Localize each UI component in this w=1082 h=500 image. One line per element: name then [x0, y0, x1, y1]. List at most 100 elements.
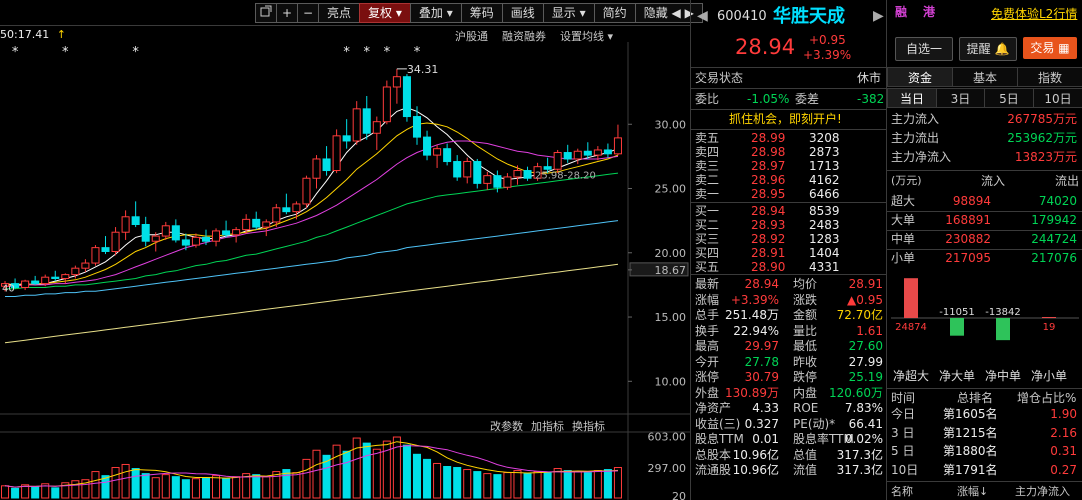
candle-body[interactable] [483, 175, 492, 184]
candle-body[interactable] [423, 136, 432, 156]
candle-body[interactable] [252, 218, 261, 228]
candle-body[interactable] [362, 108, 371, 134]
candle-body[interactable] [141, 224, 150, 242]
candle-body[interactable] [543, 166, 552, 170]
tab-basic[interactable]: 基本 [952, 67, 1018, 87]
ask-price[interactable]: 28.96 [751, 173, 785, 187]
candle-body[interactable] [161, 225, 170, 237]
tab-10d[interactable]: 10日 [1033, 88, 1082, 108]
footer-inflow-header[interactable]: 主力净流入 [1015, 484, 1070, 500]
ask-price[interactable]: 28.95 [751, 187, 785, 201]
candle-body[interactable] [41, 276, 50, 285]
candle-body[interactable] [402, 76, 411, 118]
candle-body[interactable] [503, 176, 512, 188]
candle-body[interactable] [342, 135, 351, 142]
star-icon[interactable]: * [12, 45, 19, 60]
bid-price[interactable]: 28.90 [751, 260, 785, 274]
candle-body[interactable] [583, 150, 592, 156]
tab-today[interactable]: 当日 [887, 88, 937, 108]
candle-body[interactable] [372, 121, 381, 134]
candle-body[interactable] [513, 170, 522, 178]
star-icon[interactable]: * [384, 45, 391, 60]
candle-body[interactable] [191, 236, 200, 246]
candle-body[interactable] [151, 235, 160, 242]
bid-price[interactable]: 28.94 [751, 204, 785, 218]
candle-body[interactable] [232, 229, 241, 236]
footer-name-header[interactable]: 名称 [891, 484, 913, 500]
candle-body[interactable] [352, 108, 361, 142]
toolbar-adjust-button[interactable]: 复权 ▾ [359, 3, 411, 23]
candle-body[interactable] [51, 276, 60, 279]
candle-body[interactable] [463, 161, 472, 178]
toolbar-highlight-button[interactable]: 亮点 [318, 3, 361, 23]
candle-body[interactable] [382, 86, 391, 123]
tab-fund[interactable]: 资金 [887, 67, 953, 87]
candle-body[interactable] [21, 280, 30, 288]
candle-body[interactable] [563, 152, 572, 160]
trade-button[interactable]: 交易 ▦ [1023, 37, 1077, 59]
candle-body[interactable] [412, 116, 422, 138]
candle-body[interactable] [453, 161, 462, 178]
candle-body[interactable] [171, 225, 180, 241]
zoom-out-button[interactable]: − [297, 3, 319, 23]
toolbar-draw-button[interactable]: 画线 [501, 3, 544, 23]
promo-link[interactable]: 抓住机会，即刻开户! [729, 111, 842, 127]
candle-body[interactable] [613, 137, 622, 155]
candle-body[interactable] [573, 150, 582, 160]
candle-body[interactable] [31, 280, 40, 285]
remind-button[interactable]: 提醒 🔔 [959, 37, 1017, 61]
candle-body[interactable] [131, 216, 140, 226]
star-icon[interactable]: * [62, 45, 69, 60]
ask-price[interactable]: 28.98 [751, 145, 785, 159]
link-switch-indicator[interactable]: 换指标 [572, 418, 605, 434]
tab-5d[interactable]: 5日 [984, 88, 1034, 108]
l2-trial-link[interactable]: 免费体验L2行情 [991, 6, 1077, 22]
candle-body[interactable] [493, 175, 502, 188]
candle-body[interactable] [272, 207, 281, 223]
prev-stock-button[interactable]: ◀ [697, 8, 708, 24]
toolbar-popout-button[interactable] [255, 3, 277, 23]
bid-price[interactable]: 28.93 [751, 218, 785, 232]
candle-body[interactable] [392, 76, 401, 88]
candle-body[interactable] [473, 161, 482, 184]
toolbar-chips-button[interactable]: 筹码 [460, 3, 503, 23]
candle-body[interactable] [222, 230, 231, 236]
candle-body[interactable] [71, 267, 80, 276]
zoom-in-button[interactable]: + [276, 3, 298, 23]
candle-body[interactable] [111, 231, 120, 252]
star-icon[interactable]: * [343, 45, 350, 60]
candle-body[interactable] [201, 236, 211, 242]
tab-3d[interactable]: 3日 [936, 88, 985, 108]
candle-body[interactable] [91, 247, 100, 264]
ask-price[interactable]: 28.97 [751, 159, 785, 173]
bid-price[interactable]: 28.92 [751, 232, 785, 246]
ask-price[interactable]: 28.99 [751, 131, 785, 145]
candle-body[interactable] [101, 247, 110, 252]
star-icon[interactable]: * [414, 45, 421, 60]
candle-body[interactable] [81, 262, 90, 269]
next-stock-button[interactable]: ▶ [873, 8, 884, 24]
star-icon[interactable]: * [364, 45, 371, 60]
candle-body[interactable] [332, 135, 341, 172]
add-watchlist-button[interactable]: 自选一 [895, 37, 953, 61]
candle-body[interactable] [603, 149, 612, 155]
link-add-indicator[interactable]: 加指标 [531, 418, 564, 434]
footer-change-header[interactable]: 涨幅↓ [957, 484, 988, 500]
candle-body[interactable] [443, 148, 452, 163]
candle-body[interactable] [61, 274, 70, 279]
candle-body[interactable] [433, 148, 442, 156]
candle-body[interactable] [302, 177, 311, 205]
link-edit-params[interactable]: 改参数 [490, 418, 523, 434]
candle-body[interactable] [523, 170, 532, 179]
candle-body[interactable] [312, 158, 321, 179]
candle-body[interactable] [121, 216, 130, 233]
candle-body[interactable] [282, 207, 291, 213]
candle-body[interactable] [593, 149, 602, 156]
candle-body[interactable] [292, 203, 301, 213]
candle-body[interactable] [322, 158, 331, 172]
candle-body[interactable] [181, 239, 190, 246]
candle-body[interactable] [553, 152, 562, 170]
candle-body[interactable] [242, 218, 251, 231]
candle-body[interactable] [212, 230, 221, 242]
candle-body[interactable] [262, 221, 271, 228]
